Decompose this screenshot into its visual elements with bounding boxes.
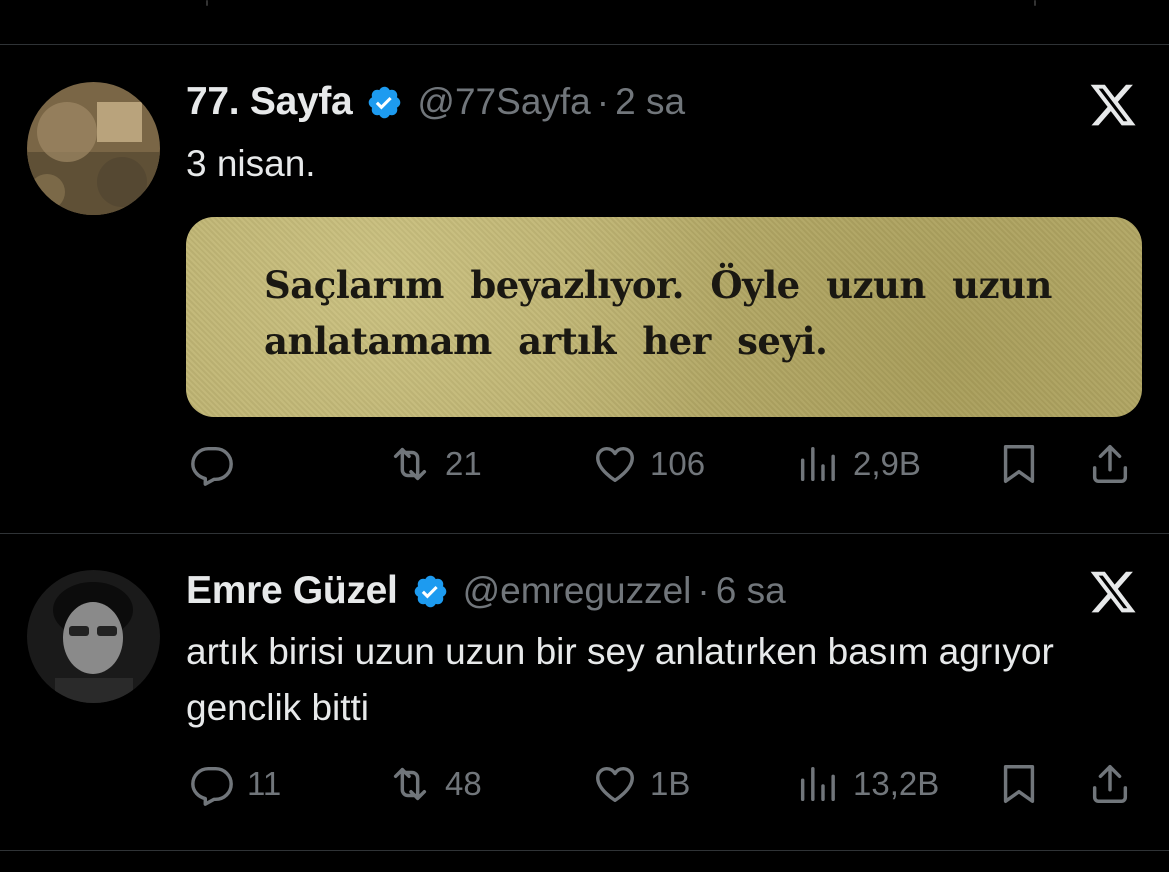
tweet-emreguzzel[interactable]: Emre Güzel @emreguzzel · 6 sa artık biri… bbox=[0, 534, 1169, 849]
share-icon bbox=[1092, 445, 1128, 483]
bookmark-button[interactable] bbox=[996, 441, 1042, 487]
separator: · bbox=[697, 570, 710, 611]
verified-badge-icon bbox=[414, 575, 446, 607]
views-count: 2,9B bbox=[853, 445, 921, 482]
divider bbox=[0, 850, 1169, 851]
tweet-text: artık birisi uzun uzun bir sey anlatırke… bbox=[186, 631, 1054, 728]
avatar[interactable] bbox=[27, 82, 160, 215]
like-button[interactable]: 1B bbox=[592, 761, 690, 807]
bookmark-icon bbox=[1003, 445, 1035, 483]
bookmark-button[interactable] bbox=[996, 761, 1042, 807]
handle[interactable]: @77Sayfa bbox=[417, 81, 590, 123]
like-count: 1B bbox=[650, 765, 691, 802]
share-button[interactable] bbox=[1087, 441, 1133, 487]
tweet-image[interactable]: Saçlarım beyazlıyor. Öyle uzun uzun anla… bbox=[186, 217, 1142, 417]
like-count: 106 bbox=[650, 445, 706, 482]
views-button[interactable]: 2,9B bbox=[795, 441, 921, 487]
image-quote-text: Saçlarım beyazlıyor. Öyle uzun uzun anla… bbox=[264, 263, 1052, 363]
retweet-icon bbox=[393, 767, 427, 801]
reply-count: 11 bbox=[247, 765, 282, 802]
separator: · bbox=[596, 81, 610, 122]
views-count: 13,2B bbox=[853, 765, 940, 802]
timestamp[interactable]: 6 sa bbox=[716, 570, 786, 612]
x-logo-icon[interactable] bbox=[1088, 80, 1138, 130]
display-name[interactable]: 77. Sayfa bbox=[186, 80, 353, 124]
like-button[interactable]: 106 bbox=[592, 441, 705, 487]
views-icon bbox=[800, 446, 835, 482]
retweet-count: 48 bbox=[445, 765, 482, 802]
heart-icon bbox=[596, 446, 634, 483]
timestamp[interactable]: 2 sa bbox=[615, 81, 685, 123]
reply-icon bbox=[191, 446, 233, 486]
share-icon bbox=[1092, 765, 1128, 803]
reply-button[interactable]: 11 bbox=[189, 761, 281, 807]
tweet-77sayfa[interactable]: 77. Sayfa @77Sayfa · 2 sa 3 nisan. Saçla… bbox=[0, 45, 1169, 533]
retweet-button[interactable]: 21 bbox=[387, 441, 482, 487]
reply-button[interactable] bbox=[189, 441, 247, 487]
retweet-icon bbox=[393, 447, 427, 481]
heart-icon bbox=[596, 766, 634, 803]
verified-badge-icon bbox=[369, 86, 401, 118]
reply-icon bbox=[191, 766, 233, 806]
tweet-text: 3 nisan. bbox=[186, 143, 316, 184]
x-logo-icon[interactable] bbox=[1088, 567, 1138, 617]
display-name[interactable]: Emre Güzel bbox=[186, 569, 398, 613]
bookmark-icon bbox=[1003, 765, 1035, 803]
retweet-button[interactable]: 48 bbox=[387, 761, 482, 807]
handle[interactable]: @emreguzzel bbox=[463, 570, 692, 612]
share-button[interactable] bbox=[1087, 761, 1133, 807]
views-icon bbox=[800, 766, 835, 802]
previous-tweet-edge bbox=[0, 0, 1169, 10]
views-button[interactable]: 13,2B bbox=[795, 761, 939, 807]
retweet-count: 21 bbox=[445, 445, 482, 482]
avatar[interactable] bbox=[27, 570, 160, 703]
